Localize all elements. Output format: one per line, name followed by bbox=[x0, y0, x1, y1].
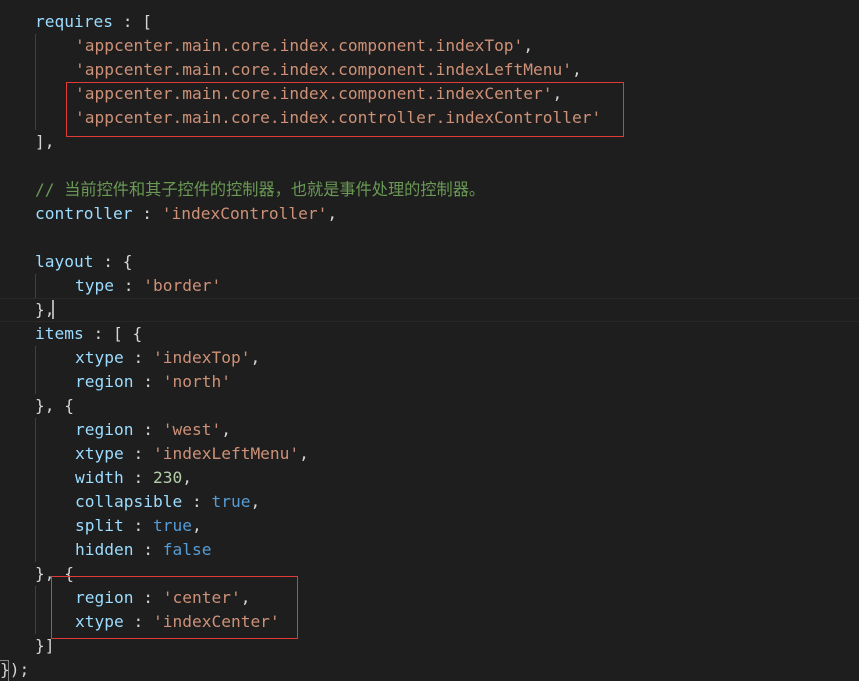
code-line-9: controller : 'indexController', bbox=[35, 202, 337, 226]
token-boolean: true bbox=[211, 492, 251, 511]
token-punct: : bbox=[123, 348, 153, 367]
token-punct: }, { bbox=[35, 396, 74, 415]
token-property: xtype bbox=[75, 444, 124, 463]
token-string: 'indexLeftMenu' bbox=[152, 444, 300, 463]
token-punct: , bbox=[191, 516, 202, 535]
token-string: 'indexController' bbox=[161, 204, 328, 223]
token-property: layout bbox=[35, 252, 94, 271]
token-punct: , bbox=[299, 444, 309, 463]
token-punct: , bbox=[523, 36, 534, 55]
token-string: 'border' bbox=[143, 276, 222, 295]
token-property: requires bbox=[35, 12, 113, 31]
token-property: hidden bbox=[75, 540, 134, 559]
code-line-18: region : 'west', bbox=[75, 418, 231, 442]
token-property: collapsible bbox=[75, 492, 183, 511]
token-property: type bbox=[75, 276, 114, 295]
token-punct: , bbox=[221, 420, 231, 439]
token-property: width bbox=[75, 468, 124, 487]
code-line-20: width : 230, bbox=[75, 466, 192, 490]
token-punct: ], bbox=[35, 132, 55, 151]
token-punct: : bbox=[123, 468, 153, 487]
current-line-highlight bbox=[0, 298, 859, 322]
token-string: 'appcenter.main.core.index.component.ind… bbox=[75, 36, 524, 55]
indent-guide bbox=[35, 274, 36, 298]
token-punct: , bbox=[572, 60, 582, 79]
token-punct: : bbox=[133, 372, 163, 391]
code-line-16: region : 'north' bbox=[75, 370, 231, 394]
token-punct: , bbox=[327, 204, 338, 223]
token-number: 230 bbox=[152, 468, 183, 487]
code-line-14: items : [ { bbox=[35, 322, 142, 346]
indent-guide bbox=[35, 418, 36, 562]
indent-guide bbox=[35, 34, 36, 130]
code-line-2: 'appcenter.main.core.index.component.ind… bbox=[75, 34, 533, 58]
code-line-23: hidden : false bbox=[75, 538, 211, 562]
token-punct: : bbox=[133, 540, 163, 559]
highlight-box-requires bbox=[66, 82, 624, 137]
token-comment: // 当前控件和其子控件的控制器，也就是事件处理的控制器。 bbox=[35, 180, 486, 199]
token-property: region bbox=[75, 420, 134, 439]
code-line-19: xtype : 'indexLeftMenu', bbox=[75, 442, 309, 466]
token-punct: : bbox=[113, 276, 144, 295]
token-string: 'north' bbox=[162, 372, 231, 391]
code-line-17: }, { bbox=[35, 394, 74, 418]
highlight-box-center-item bbox=[51, 576, 298, 639]
code-line-21: collapsible : true, bbox=[75, 490, 260, 514]
code-line-11: layout : { bbox=[35, 250, 132, 274]
indent-guide bbox=[35, 586, 36, 634]
code-line-1: requires : [ bbox=[35, 10, 152, 34]
token-punct: : [ { bbox=[83, 324, 143, 343]
token-property: items bbox=[35, 324, 84, 343]
token-punct: , bbox=[182, 468, 192, 487]
token-punct: , bbox=[250, 348, 261, 367]
token-property: split bbox=[75, 516, 124, 535]
token-punct: , bbox=[250, 492, 261, 511]
token-string: 'west' bbox=[162, 420, 222, 439]
token-string: 'appcenter.main.core.index.component.ind… bbox=[75, 60, 573, 79]
code-line-3: 'appcenter.main.core.index.component.ind… bbox=[75, 58, 582, 82]
token-punct: : bbox=[123, 516, 153, 535]
token-boolean: true bbox=[152, 516, 192, 535]
token-property: controller bbox=[35, 204, 133, 223]
token-string: 'indexTop' bbox=[152, 348, 251, 367]
code-line-12: type : 'border' bbox=[75, 274, 221, 298]
token-property: region bbox=[75, 372, 134, 391]
token-punct: : bbox=[123, 444, 153, 463]
code-line-6: ], bbox=[35, 130, 55, 154]
code-line-15: xtype : 'indexTop', bbox=[75, 346, 260, 370]
token-punct: : { bbox=[93, 252, 133, 271]
code-line-22: split : true, bbox=[75, 514, 202, 538]
token-boolean: false bbox=[162, 540, 212, 559]
text-cursor bbox=[52, 300, 54, 319]
token-property: xtype bbox=[75, 348, 124, 367]
indent-guide bbox=[35, 346, 36, 394]
token-punct: : bbox=[132, 204, 162, 223]
token-punct: : bbox=[133, 420, 163, 439]
code-editor[interactable]: requires : [ 'appcenter.main.core.index.… bbox=[0, 0, 859, 681]
bracket-match-highlight bbox=[0, 660, 9, 681]
token-punct: : bbox=[182, 492, 212, 511]
token-punct: : [ bbox=[112, 12, 152, 31]
code-line-8: // 当前控件和其子控件的控制器，也就是事件处理的控制器。 bbox=[35, 178, 485, 202]
